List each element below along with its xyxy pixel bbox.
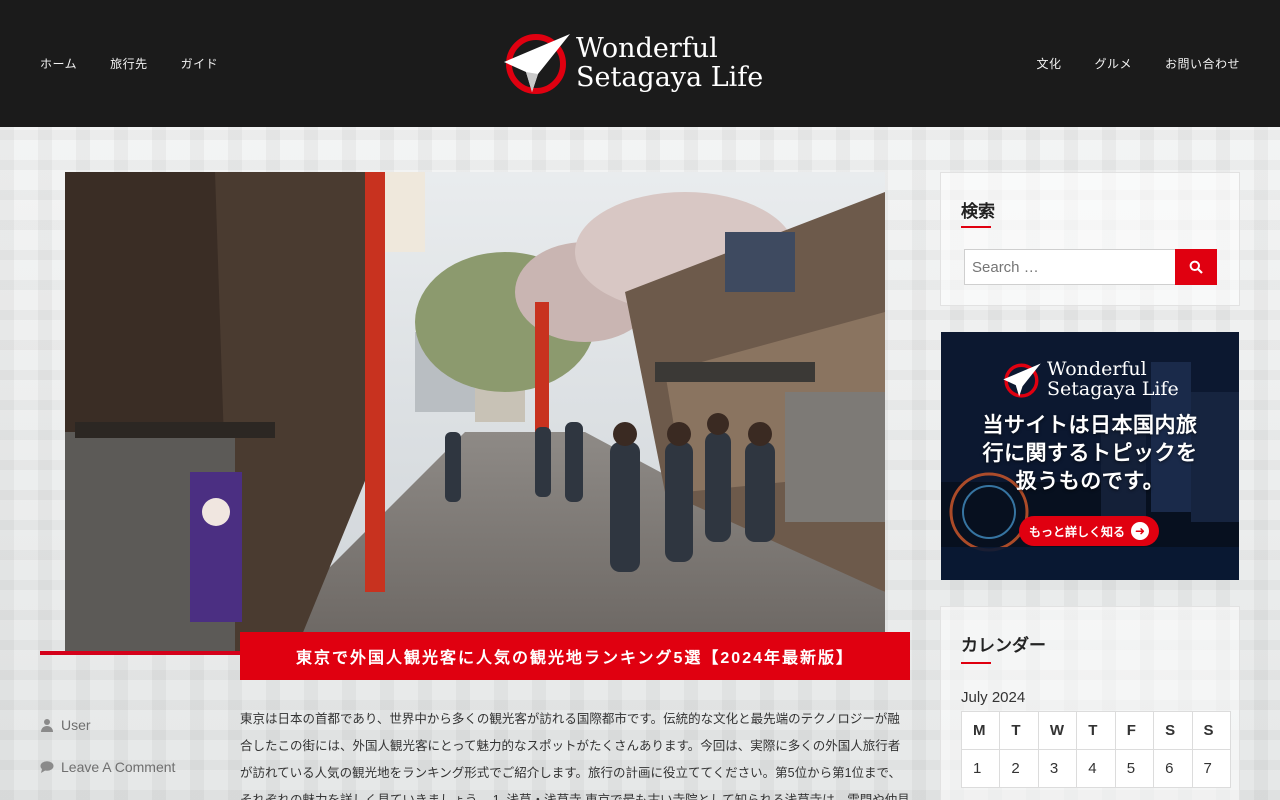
banner-copy-line-1: 当サイトは日本国内旅	[982, 414, 1198, 437]
search-widget: 検索	[940, 172, 1240, 306]
calendar-week-row: 1 2 3 4 5 6 7	[960, 749, 1232, 788]
search-button[interactable]	[1175, 249, 1217, 285]
comment-icon	[40, 761, 54, 773]
search-widget-title: 検索	[961, 202, 995, 222]
primary-nav-left: ホーム 旅行先 ガイド	[40, 55, 251, 72]
calendar-day: 3	[1037, 749, 1078, 788]
calendar-weekday-row: M T W T F S S	[960, 711, 1232, 750]
site-header: ホーム 旅行先 ガイド Wonderful Setagaya Life 文化 グ…	[0, 0, 1280, 127]
nav-item-destinations[interactable]: 旅行先	[110, 55, 148, 72]
weekday-header: M	[960, 711, 1001, 750]
nav-item-culture[interactable]: 文化	[1036, 55, 1061, 72]
calendar-widget-title: カレンダー	[961, 636, 1046, 656]
weekday-header: T	[1076, 711, 1116, 750]
banner-copy-line-3: 扱うものです。	[1015, 470, 1165, 493]
street-scene-image	[65, 172, 885, 652]
weekday-header: F	[1114, 711, 1155, 750]
author-link[interactable]: User	[61, 717, 91, 733]
calendar-widget: カレンダー July 2024 M T W T F S S 1 2 3 4 5 …	[940, 606, 1240, 800]
calendar-table: M T W T F S S 1 2 3 4 5 6 7	[960, 711, 1232, 788]
calendar-day: 1	[960, 749, 1001, 788]
banner-cta-label: もっと詳しく知る	[1028, 524, 1125, 539]
calendar-day: 5	[1114, 749, 1155, 788]
site-banner-ad[interactable]: Wonderful Setagaya Life 当サイトは日本国内旅 行に関する…	[941, 332, 1239, 580]
calendar-day: 2	[999, 749, 1039, 788]
banner-logo: Wonderful Setagaya Life	[1001, 358, 1179, 400]
weekday-header: S	[1191, 711, 1232, 750]
weekday-header: T	[999, 711, 1039, 750]
weekday-header: W	[1037, 711, 1078, 750]
leave-comment-link[interactable]: Leave A Comment	[61, 759, 175, 775]
site-logo[interactable]: Wonderful Setagaya Life	[500, 28, 782, 98]
post-author: User	[40, 717, 91, 733]
nav-item-contact[interactable]: お問い合わせ	[1165, 55, 1240, 72]
user-icon	[41, 719, 53, 732]
banner-logo-line-2: Setagaya Life	[1047, 378, 1179, 400]
banner-learn-more-button[interactable]: もっと詳しく知る ➜	[1019, 516, 1159, 546]
post-featured-image[interactable]	[65, 172, 885, 652]
search-input[interactable]	[964, 249, 1176, 285]
nav-item-home[interactable]: ホーム	[40, 55, 77, 72]
search-icon	[1189, 260, 1203, 274]
calendar-day: 6	[1153, 749, 1193, 788]
calendar-month-caption: July 2024	[961, 689, 1026, 706]
nav-item-gourmet[interactable]: グルメ	[1094, 55, 1132, 72]
primary-nav-right: 文化 グルメ お問い合わせ	[1003, 55, 1240, 72]
post-title-link[interactable]: 東京で外国人観光客に人気の観光地ランキング5選【2024年最新版】	[296, 644, 854, 668]
title-accent-rule	[40, 651, 250, 655]
banner-logo-line-1: Wonderful	[1047, 358, 1147, 381]
logo-text: Wonderful Setagaya Life	[576, 34, 763, 92]
logo-plane-icon	[1003, 363, 1041, 398]
arrow-right-icon: ➜	[1131, 522, 1149, 540]
post-excerpt: 東京は日本の首都であり、世界中から多くの観光客が訪れる国際都市です。伝統的な文化…	[240, 712, 910, 800]
logo-line-2: Setagaya Life	[576, 62, 764, 93]
weekday-header: S	[1153, 711, 1193, 750]
post-comments: Leave A Comment	[40, 759, 175, 775]
calendar-day: 7	[1191, 749, 1232, 788]
nav-item-guide[interactable]: ガイド	[181, 55, 219, 72]
widget-title-underline	[961, 662, 991, 664]
logo-line-1: Wonderful	[576, 32, 718, 64]
logo-plane-icon	[504, 34, 570, 94]
banner-copy-line-2: 行に関するトピックを	[982, 442, 1198, 465]
widget-title-underline	[961, 226, 991, 228]
post-title-box: 東京で外国人観光客に人気の観光地ランキング5選【2024年最新版】	[240, 632, 910, 680]
calendar-day: 4	[1076, 749, 1116, 788]
banner-copy: 当サイトは日本国内旅 行に関するトピックを 扱うものです。	[941, 412, 1239, 496]
